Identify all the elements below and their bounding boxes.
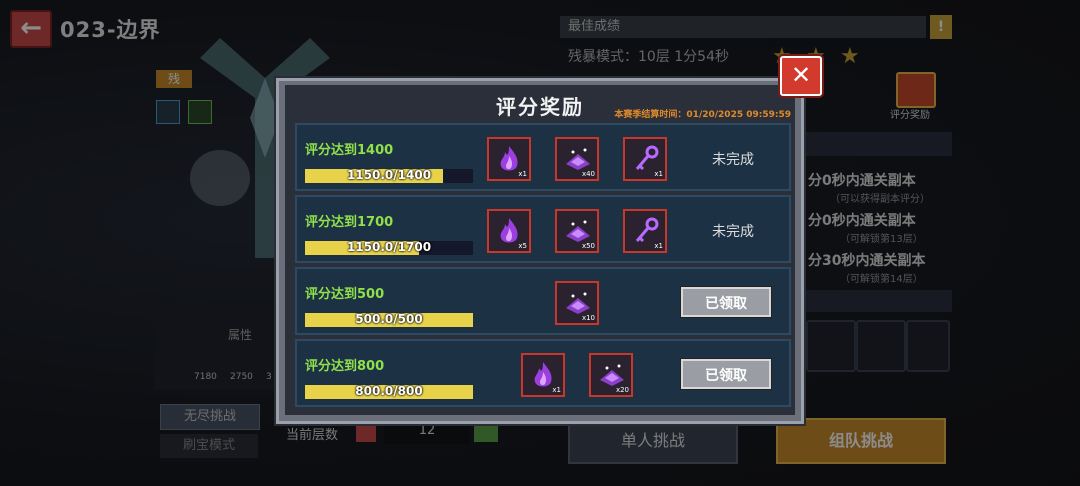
- status-text: 未完成: [712, 224, 754, 240]
- reward-row: 评分达到500 500.0/500 x10 已领取: [295, 267, 791, 335]
- progress-text: 1150.0/1400: [346, 168, 432, 182]
- reward-row: 评分达到1400 1150.0/1400 x1 x40 x1 未完成: [295, 123, 791, 191]
- purple-key-icon[interactable]: x1: [623, 137, 667, 181]
- reward-row: 评分达到800 800.0/800 x1 x20 已领取: [295, 339, 791, 407]
- progress-bar: 1150.0/1400: [305, 168, 473, 183]
- claimed-button[interactable]: 已领取: [681, 287, 771, 317]
- item-quantity: x10: [581, 314, 595, 322]
- purple-crystal-pile-icon[interactable]: x10: [555, 281, 599, 325]
- progress-bar: 800.0/800: [305, 384, 473, 399]
- item-quantity: x5: [518, 242, 527, 250]
- purple-crystal-pile-icon[interactable]: x50: [555, 209, 599, 253]
- purple-flame-icon[interactable]: x5: [487, 209, 531, 253]
- reward-condition: 评分达到800: [305, 359, 385, 374]
- purple-key-icon[interactable]: x1: [623, 209, 667, 253]
- progress-bar: 1150.0/1700: [305, 240, 473, 255]
- item-quantity: x40: [581, 170, 595, 178]
- item-quantity: x20: [615, 386, 629, 394]
- close-x-icon[interactable]: ✕: [780, 56, 822, 96]
- progress-text: 500.0/500: [355, 312, 423, 326]
- reward-condition: 评分达到1700: [305, 215, 394, 230]
- reward-condition: 评分达到1400: [305, 143, 394, 158]
- score-reward-modal: 评分奖励 本赛季结算时间：01/20/2025 09:59:59 评分达到140…: [276, 78, 804, 424]
- item-quantity: x1: [518, 170, 527, 178]
- purple-crystal-pile-icon[interactable]: x40: [555, 137, 599, 181]
- purple-flame-icon[interactable]: x1: [487, 137, 531, 181]
- progress-text: 800.0/800: [355, 384, 423, 398]
- reward-condition: 评分达到500: [305, 287, 385, 302]
- reward-row: 评分达到1700 1150.0/1700 x5 x50 x1 未完成: [295, 195, 791, 263]
- season-end-time: 本赛季结算时间：01/20/2025 09:59:59: [614, 110, 791, 120]
- item-quantity: x1: [552, 386, 561, 394]
- purple-flame-icon[interactable]: x1: [521, 353, 565, 397]
- purple-crystal-pile-icon[interactable]: x20: [589, 353, 633, 397]
- claimed-button[interactable]: 已领取: [681, 359, 771, 389]
- item-quantity: x50: [581, 242, 595, 250]
- item-quantity: x1: [654, 242, 663, 250]
- item-quantity: x1: [654, 170, 663, 178]
- progress-text: 1150.0/1700: [346, 240, 432, 254]
- progress-bar: 500.0/500: [305, 312, 473, 327]
- status-text: 未完成: [712, 152, 754, 168]
